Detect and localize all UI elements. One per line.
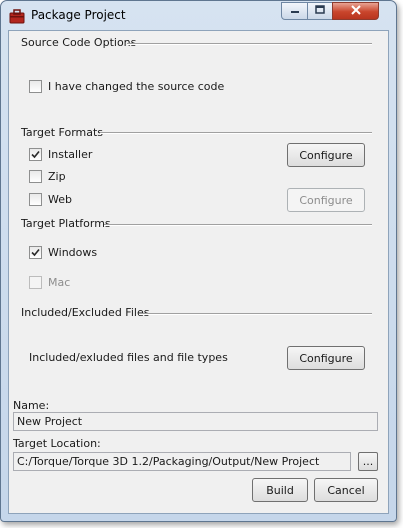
- source-changed-checkbox[interactable]: [29, 80, 42, 93]
- source-changed-label[interactable]: I have changed the source code: [48, 80, 224, 93]
- toolbox-icon: [9, 8, 25, 24]
- divider: [139, 313, 372, 315]
- window-title: Package Project: [31, 8, 126, 22]
- divider: [104, 224, 372, 226]
- package-project-window: Package Project Source Code Options I ha…: [0, 0, 397, 522]
- files-configure-button[interactable]: Configure: [287, 346, 365, 370]
- mac-checkbox[interactable]: [29, 276, 42, 289]
- target-formats-heading: Target Formats: [21, 126, 104, 139]
- cancel-button[interactable]: Cancel: [314, 478, 378, 502]
- target-platforms-heading: Target Platforms: [21, 217, 111, 230]
- title-bar[interactable]: Package Project: [1, 1, 396, 29]
- windows-checkbox[interactable]: [29, 246, 42, 259]
- minimize-button[interactable]: [281, 2, 308, 20]
- source-code-options-heading: Source Code Options: [21, 36, 137, 49]
- files-description: Included/exluded files and file types: [29, 351, 228, 364]
- installer-configure-button[interactable]: Configure: [287, 143, 365, 167]
- divider: [127, 43, 372, 45]
- build-button[interactable]: Build: [252, 478, 308, 502]
- name-label: Name:: [13, 399, 50, 412]
- close-icon: [350, 4, 362, 18]
- installer-label[interactable]: Installer: [48, 148, 92, 161]
- target-location-label: Target Location:: [13, 437, 101, 450]
- windows-label[interactable]: Windows: [48, 246, 97, 259]
- maximize-icon: [315, 4, 325, 18]
- target-location-field[interactable]: [13, 452, 351, 471]
- dialog-body: Source Code Options I have changed the s…: [8, 30, 389, 514]
- web-configure-button[interactable]: Configure: [287, 188, 365, 212]
- included-excluded-heading: Included/Excluded Files: [21, 306, 150, 319]
- divider: [100, 132, 372, 134]
- minimize-icon: [290, 5, 300, 18]
- zip-label[interactable]: Zip: [48, 170, 66, 183]
- installer-checkbox[interactable]: [29, 148, 42, 161]
- web-label[interactable]: Web: [48, 193, 72, 206]
- zip-checkbox[interactable]: [29, 170, 42, 183]
- close-button[interactable]: [332, 2, 379, 20]
- mac-label[interactable]: Mac: [48, 276, 70, 289]
- project-name-field[interactable]: [13, 412, 378, 431]
- browse-button[interactable]: ...: [358, 452, 378, 471]
- web-checkbox[interactable]: [29, 193, 42, 206]
- maximize-button[interactable]: [307, 2, 333, 20]
